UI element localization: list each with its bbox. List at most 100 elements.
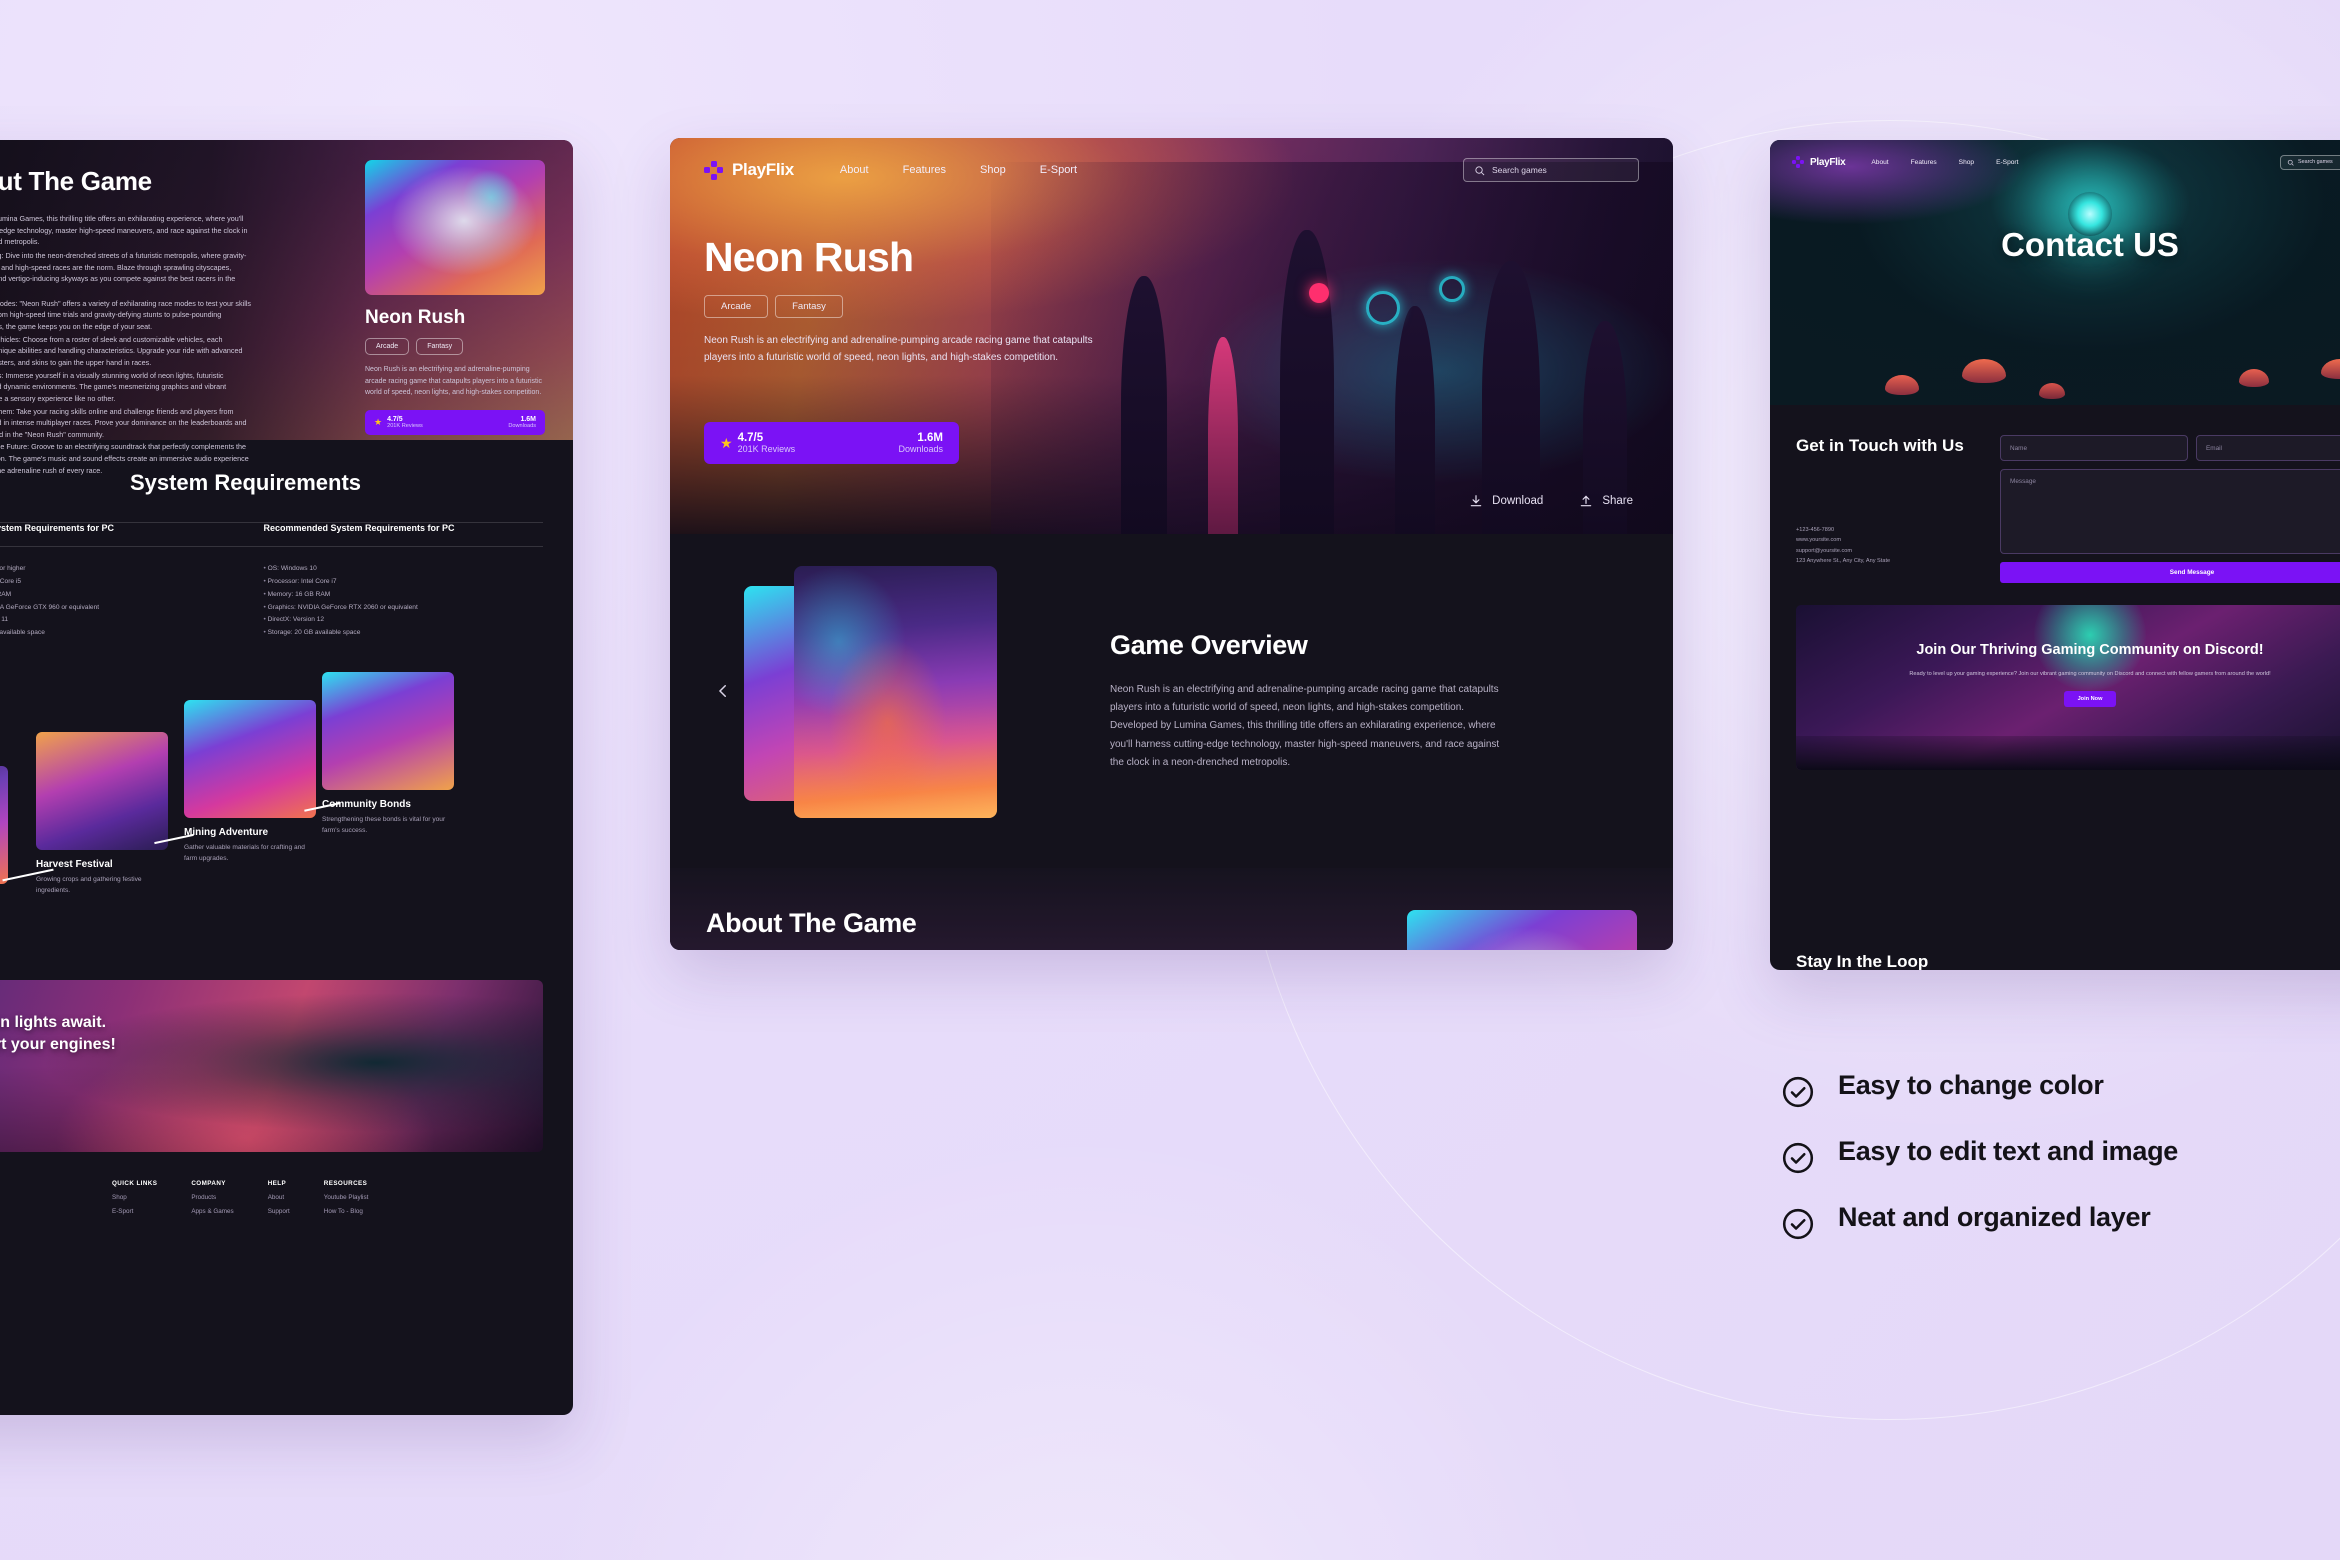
sysreq-item: OS: Windows 10 — [264, 563, 544, 576]
left-rating-reviews: 201K Reviews — [387, 422, 423, 429]
left-footer: PlayFlix QUICK LINKS Shop E-Sport COMPAN… — [0, 1152, 573, 1215]
footer-link-howto-blog[interactable]: How To - Blog — [324, 1208, 369, 1215]
share-icon — [1581, 495, 1592, 507]
timeline-item-description: Growing crops and gathering festive ingr… — [36, 876, 142, 894]
timeline-item-artwork — [0, 766, 8, 885]
send-message-button[interactable]: Send Message — [2000, 562, 2340, 583]
sysreq-item: Graphics: NVIDIA GeForce GTX 960 or equi… — [0, 602, 228, 615]
brand-name: PlayFlix — [732, 160, 794, 179]
footer-column-resources: RESOURCES Youtube Playlist How To - Blog — [324, 1180, 369, 1215]
left-rating-value: 4.7/5 — [387, 415, 403, 423]
left-about-body: Developed by Lumina Games, this thrillin… — [0, 213, 253, 476]
tag-arcade[interactable]: Arcade — [365, 338, 410, 355]
search-input[interactable]: Search games — [1463, 158, 1639, 182]
timeline-item: Harvest Festival Growing crops and gather… — [36, 732, 168, 896]
footer-link-apps-games[interactable]: Apps & Games — [191, 1208, 233, 1215]
sysreq-item: Processor: Intel Core i7 — [264, 576, 544, 589]
nav-link-shop[interactable]: Shop — [980, 164, 1006, 176]
search-placeholder: Search games — [1492, 165, 1547, 175]
feature-list: Easy to change color Easy to edit text an… — [1780, 1070, 2280, 1268]
search-icon — [1475, 165, 1485, 175]
nav-link-features[interactable]: Features — [903, 164, 946, 176]
nav-link-features[interactable]: Features — [1911, 159, 1937, 166]
footer-heading-company: COMPANY — [191, 1180, 226, 1188]
spire — [1395, 306, 1436, 534]
spire — [1279, 230, 1334, 534]
contact-email: support@yoursite.com — [1796, 547, 1853, 554]
share-button[interactable]: Share — [1579, 494, 1633, 508]
hero-title: Neon Rush — [704, 234, 914, 280]
hero-tag-arcade[interactable]: Arcade — [704, 295, 769, 318]
contact-address: 123 Anywhere St., Any City, Any State — [1796, 558, 1891, 565]
sysreq-item: Memory: 16 GB RAM — [264, 589, 544, 602]
download-button[interactable]: Download — [1469, 494, 1543, 508]
contact-hero-title: Contact US — [2001, 226, 2179, 263]
name-field[interactable]: Name — [2000, 435, 2188, 461]
center-hero: PlayFlix About Features Shop E-Sport Sea… — [670, 138, 1673, 534]
footer-heading-resources: RESOURCES — [323, 1180, 368, 1188]
nav-link-esport[interactable]: E-Sport — [1040, 164, 1077, 176]
sysreq-item: Processor: Intel Core i5 — [0, 576, 228, 589]
neon-banner-line2: Start your engines! — [0, 1035, 116, 1053]
footer-link-esport[interactable]: E-Sport — [112, 1208, 157, 1215]
contact-info: +123-456-7890 www.yoursite.com support@y… — [1796, 525, 1976, 566]
timeline-item: Mining Adventure Gather valuable material… — [184, 700, 316, 864]
neon-ring — [1366, 291, 1401, 325]
hero-description: Neon Rush is an electrifying and adrenal… — [704, 335, 1093, 364]
feature-item-label: Neat and organized layer — [1838, 1202, 2151, 1232]
star-icon: ★ — [374, 416, 383, 427]
brand-logo[interactable]: PlayFlix — [704, 160, 794, 180]
hero-rating-reviews: 201K Reviews — [737, 444, 796, 454]
footer-link-support[interactable]: Support — [268, 1208, 290, 1215]
sysreq-item: DirectX: Version 12 — [264, 614, 544, 627]
download-button-label: Download — [1492, 495, 1544, 507]
right-bottom-title: Stay In the Loop — [1796, 952, 1929, 970]
system-requirements-grid: Minimum System Requirements for PC Recom… — [0, 522, 543, 640]
overview-image-primary — [794, 566, 997, 818]
left-downloads-label: Downloads — [508, 422, 536, 429]
brand-logo[interactable]: PlayFlix — [1792, 156, 1846, 168]
mushroom — [2239, 369, 2270, 387]
timeline-item-description: Begin by reviving your grandfather's run… — [0, 909, 8, 930]
footer-column-quick-links: QUICK LINKS Shop E-Sport — [112, 1180, 157, 1215]
playflix-diamond-logo-icon — [704, 160, 723, 180]
sysreq-list-recommended: OS: Windows 10Processor: Intel Core i7Me… — [264, 547, 544, 640]
neon-ring — [1438, 275, 1465, 302]
center-navbar: PlayFlix About Features Shop E-Sport Sea… — [670, 138, 1673, 202]
game-overview-section: Game Overview Neon Rush is an electrifyi… — [670, 534, 1673, 868]
footer-link-shop[interactable]: Shop — [112, 1194, 157, 1201]
contact-website: www.yoursite.com — [1796, 537, 1842, 544]
timeline-item-title: Starting Fresh — [0, 893, 8, 904]
nav-link-esport[interactable]: E-Sport — [1996, 159, 2018, 166]
about-bullet: Soundtrack of the Future: Groove to an e… — [0, 442, 249, 475]
neon-banner-text: Neon lights await. Start your engines! — [0, 1012, 116, 1055]
center-about-title: About The Game — [706, 908, 917, 938]
star-icon: ★ — [720, 435, 733, 451]
overview-text: Game Overview Neon Rush is an electrifyi… — [1110, 630, 1505, 772]
carousel-prev-button[interactable] — [714, 682, 732, 706]
chevron-left-icon — [718, 685, 726, 697]
tag-fantasy[interactable]: Fantasy — [416, 338, 464, 355]
footer-link-youtube-playlist[interactable]: Youtube Playlist — [324, 1194, 369, 1201]
hero-downloads-count: 1.6M — [917, 432, 943, 444]
about-bullet: Thrilling Race Modes: "Neon Rush" offers… — [0, 298, 251, 331]
nav-link-shop[interactable]: Shop — [1959, 159, 1974, 166]
about-bullet: Stunning Visuals: Immerse yourself in a … — [0, 370, 227, 403]
footer-link-about[interactable]: About — [268, 1194, 290, 1201]
join-now-button[interactable]: Join Now — [2064, 691, 2116, 708]
email-field[interactable]: Email — [2196, 435, 2340, 461]
hero-actions: Download Share — [1469, 494, 1633, 508]
footer-link-products[interactable]: Products — [191, 1194, 233, 1201]
search-input[interactable]: Search games — [2280, 154, 2340, 170]
check-circle-icon — [1780, 1206, 1816, 1242]
nav-link-about[interactable]: About — [1871, 159, 1888, 166]
discord-floor — [1796, 736, 2340, 770]
nav-link-about[interactable]: About — [840, 164, 869, 176]
hero-tag-fantasy[interactable]: Fantasy — [775, 295, 843, 318]
timeline-item-title: Harvest Festival — [36, 859, 113, 871]
mushroom — [2038, 383, 2065, 399]
hero-content: Neon Rush Arcade Fantasy Neon Rush is an… — [704, 234, 1134, 366]
discord-subtitle: Ready to level up your gaming experience… — [1909, 670, 2271, 677]
check-circle-icon — [1780, 1074, 1816, 1110]
message-field[interactable]: Message — [2000, 469, 2340, 554]
